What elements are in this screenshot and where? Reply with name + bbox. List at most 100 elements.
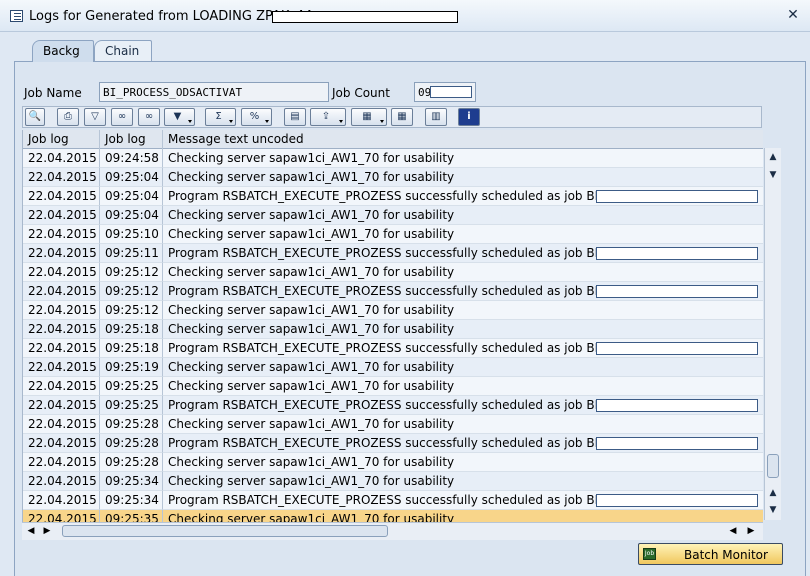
log-message-cell: Program RSBATCH_EXECUTE_PROZESS successf… (163, 339, 763, 358)
table-row[interactable]: 22.04.2015 09:25:10 Checking server sapaw1… (23, 225, 763, 244)
scroll-down-top-icon[interactable]: ▼ (765, 166, 781, 184)
log-message-cell: Checking server sapaw1ci_AW1_70 for usab… (163, 149, 763, 168)
log-message-cell: Program RSBATCH_EXECUTE_PROZESS successf… (163, 434, 763, 453)
table-row[interactable]: 22.04.2015 09:25:28 Checking server sapaw1… (23, 415, 763, 434)
batch-monitor-button[interactable]: Job Batch Monitor (638, 543, 783, 565)
export-dropdown-icon[interactable]: ⇪ (310, 108, 346, 126)
log-message-cell: Checking server sapaw1ci_AW1_70 for usab… (163, 225, 763, 244)
scroll-left-end-icon[interactable]: ◀ (726, 523, 740, 540)
log-time-cell: 09:25:28 (100, 434, 163, 453)
table-row[interactable]: 22.04.2015 09:25:28 Program RSBATCH_EXECUT… (23, 434, 763, 453)
scroll-down-bottom-icon[interactable]: ▼ (765, 501, 781, 519)
vertical-scroll-thumb[interactable] (767, 454, 779, 478)
log-date-cell: 22.04.2015 (23, 491, 100, 510)
log-message-cell: Checking server sapaw1ci_AW1_70 for usab… (163, 472, 763, 491)
stats-icon[interactable]: ▥ (425, 108, 447, 126)
table-row[interactable]: 22.04.2015 09:25:11 Program RSBATCH_EXECUT… (23, 244, 763, 263)
log-date-cell: 22.04.2015 (23, 453, 100, 472)
log-message-text: Checking server sapaw1ci_AW1_70 for usab… (168, 360, 455, 374)
log-message-text: Program RSBATCH_EXECUTE_PROZESS successf… (168, 436, 635, 450)
layout-dropdown-icon[interactable]: ▦ (351, 108, 387, 126)
title-bar: Logs for Generated from LOADING ZPAK_44 … (0, 0, 810, 32)
table-row[interactable]: 22.04.2015 09:25:25 Program RSBATCH_EXECUT… (23, 396, 763, 415)
log-date-cell: 22.04.2015 (23, 225, 100, 244)
log-time-cell: 09:25:25 (100, 377, 163, 396)
log-time-cell: 09:25:28 (100, 415, 163, 434)
log-message-cell: Program RSBATCH_EXECUTE_PROZESS successf… (163, 491, 763, 510)
log-date-cell: 22.04.2015 (23, 206, 100, 225)
binoculars-next-icon[interactable]: ∞ (138, 108, 160, 126)
table-row[interactable]: 22.04.2015 09:25:28 Checking server sapaw1… (23, 453, 763, 472)
log-message-text: Checking server sapaw1ci_AW1_70 for usab… (168, 512, 455, 522)
table-row[interactable]: 22.04.2015 09:25:04 Checking server sapaw1… (23, 206, 763, 225)
tab-chain[interactable]: Chain (94, 40, 152, 62)
table-row[interactable]: 22.04.2015 09:25:18 Checking server sapaw1… (23, 320, 763, 339)
filter-icon[interactable]: ▽ (84, 108, 106, 126)
log-time-cell: 09:25:18 (100, 320, 163, 339)
log-message-text: Checking server sapaw1ci_AW1_70 for usab… (168, 474, 455, 488)
log-message-text: Checking server sapaw1ci_AW1_70 for usab… (168, 379, 455, 393)
scroll-up-bottom-icon[interactable]: ▲ (765, 484, 781, 502)
scroll-right-icon[interactable]: ▶ (40, 523, 54, 540)
column-header-job-log-time[interactable]: Job log (100, 130, 163, 149)
scroll-up-top-icon[interactable]: ▲ (765, 148, 781, 166)
table-row[interactable]: 22.04.2015 09:25:25 Checking server sapaw1… (23, 377, 763, 396)
close-button[interactable]: ✕ (784, 7, 802, 24)
detail-magnifier-icon[interactable]: 🔍 (25, 108, 45, 126)
horizontal-scroll-thumb[interactable] (62, 525, 388, 537)
grid-body: 22.04.2015 09:24:58 Checking server sapaw1… (23, 149, 763, 522)
redacted-job-id (596, 190, 758, 203)
log-date-cell: 22.04.2015 (23, 244, 100, 263)
table-row[interactable]: 22.04.2015 09:25:12 Checking server sapaw1… (23, 263, 763, 282)
log-message-cell: Program RSBATCH_EXECUTE_PROZESS successf… (163, 396, 763, 415)
binoculars-icon[interactable]: ∞ (111, 108, 133, 126)
log-time-cell: 09:25:19 (100, 358, 163, 377)
log-date-cell: 22.04.2015 (23, 320, 100, 339)
table-row[interactable]: 22.04.2015 09:25:35 Checking server sapaw1… (23, 510, 763, 522)
table-row[interactable]: 22.04.2015 09:25:04 Checking server sapaw1… (23, 168, 763, 187)
filter-dropdown-icon[interactable]: ▼ (164, 108, 195, 126)
column-header-message[interactable]: Message text uncoded (163, 130, 763, 149)
log-message-text: Checking server sapaw1ci_AW1_70 for usab… (168, 322, 455, 336)
table-row[interactable]: 22.04.2015 09:25:12 Program RSBATCH_EXECUT… (23, 282, 763, 301)
log-date-cell: 22.04.2015 (23, 415, 100, 434)
log-message-text: Program RSBATCH_EXECUTE_PROZESS successf… (168, 341, 635, 355)
log-message-text: Checking server sapaw1ci_AW1_70 for usab… (168, 151, 455, 165)
table-row[interactable]: 22.04.2015 09:25:12 Checking server sapaw1… (23, 301, 763, 320)
log-time-cell: 09:25:35 (100, 510, 163, 522)
job-name-field[interactable]: BI_PROCESS_ODSACTIVAT (99, 82, 329, 102)
redacted-job-id (596, 399, 758, 412)
table-row[interactable]: 22.04.2015 09:25:18 Program RSBATCH_EXECUT… (23, 339, 763, 358)
table-row[interactable]: 22.04.2015 09:24:58 Checking server sapaw1… (23, 149, 763, 168)
redacted-job-id (596, 285, 758, 298)
print-icon[interactable]: ⎙ (57, 108, 79, 126)
table-row[interactable]: 22.04.2015 09:25:19 Checking server sapaw1… (23, 358, 763, 377)
print-preview-icon[interactable]: ▤ (284, 108, 306, 126)
log-time-cell: 09:25:18 (100, 339, 163, 358)
log-date-cell: 22.04.2015 (23, 339, 100, 358)
scroll-right-end-icon[interactable]: ▶ (744, 523, 758, 540)
subtotal-dropdown-icon[interactable]: % (241, 108, 272, 126)
table-row[interactable]: 22.04.2015 09:25:34 Checking server sapaw1… (23, 472, 763, 491)
table-row[interactable]: 22.04.2015 09:25:04 Program RSBATCH_EXECUT… (23, 187, 763, 206)
log-date-cell: 22.04.2015 (23, 472, 100, 491)
log-message-text: Checking server sapaw1ci_AW1_70 for usab… (168, 303, 455, 317)
log-message-cell: Program RSBATCH_EXECUTE_PROZESS successf… (163, 244, 763, 263)
vertical-scrollbar[interactable]: ▲ ▼ ▲ ▼ (764, 148, 781, 520)
log-time-cell: 09:25:34 (100, 491, 163, 510)
log-message-text: Checking server sapaw1ci_AW1_70 for usab… (168, 417, 455, 431)
log-date-cell: 22.04.2015 (23, 263, 100, 282)
table-row[interactable]: 22.04.2015 09:25:34 Program RSBATCH_EXECUT… (23, 491, 763, 510)
log-date-cell: 22.04.2015 (23, 149, 100, 168)
log-message-cell: Checking server sapaw1ci_AW1_70 for usab… (163, 415, 763, 434)
tab-backg[interactable]: Backg (32, 40, 94, 62)
scroll-left-icon[interactable]: ◀ (24, 523, 38, 540)
log-message-cell: Checking server sapaw1ci_AW1_70 for usab… (163, 453, 763, 472)
log-time-cell: 09:25:04 (100, 168, 163, 187)
grid-icon[interactable]: ▦ (391, 108, 413, 126)
column-header-job-log-date[interactable]: Job log (23, 130, 100, 149)
horizontal-scrollbar[interactable]: ◀ ▶ ◀ ▶ (22, 522, 763, 540)
sum-dropdown-icon[interactable]: Σ (205, 108, 236, 126)
log-time-cell: 09:25:12 (100, 301, 163, 320)
info-icon[interactable]: i (458, 108, 480, 126)
